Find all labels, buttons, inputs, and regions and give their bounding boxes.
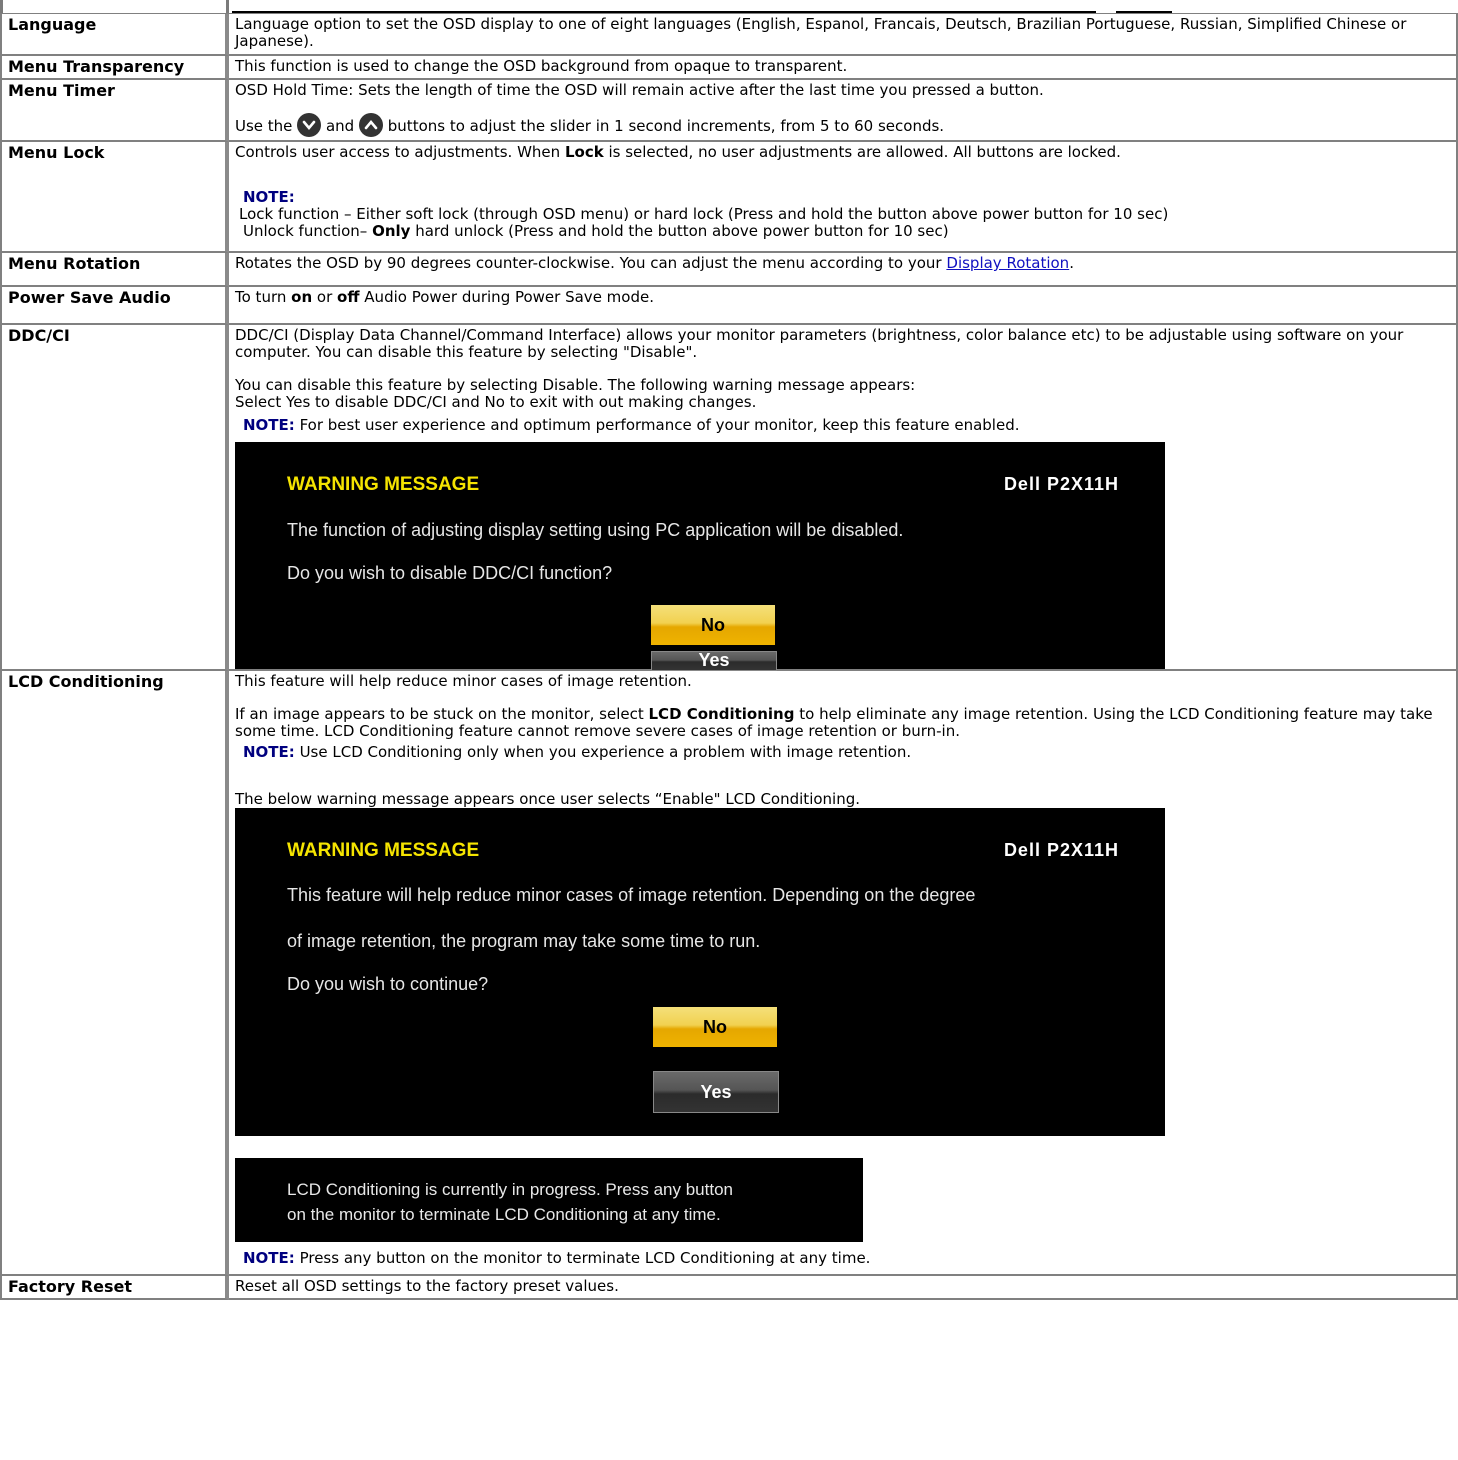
no-button: No	[653, 1007, 777, 1047]
note-label: NOTE:	[243, 1249, 295, 1267]
row-label: Menu Rotation	[2, 253, 229, 287]
warning-title: WARNING MESSAGE	[287, 474, 480, 495]
table-row: Menu Timer OSD Hold Time: Sets the lengt…	[2, 80, 1458, 142]
cell-border	[226, 0, 229, 13]
model-name: Dell P2X11H	[1003, 474, 1119, 494]
note-label: NOTE:	[243, 416, 295, 434]
display-rotation-link[interactable]: Display Rotation	[946, 254, 1069, 272]
progress-line: on the monitor to terminate LCD Conditio…	[287, 1205, 721, 1224]
lock-desc: Controls user access to adjustments. Whe…	[235, 143, 1121, 161]
table-row: Menu Transparency This function is used …	[2, 56, 1458, 80]
timer-text: Use the	[235, 117, 293, 135]
ddcci-warning-screenshot: WARNING MESSAGE Dell P2X11H The function…	[235, 442, 1165, 671]
row-description: OSD Hold Time: Sets the length of time t…	[229, 80, 1458, 142]
osd-settings-table: Language Language option to set the OSD …	[0, 13, 1458, 1300]
timer-text: and	[325, 117, 355, 135]
timer-text: buttons to adjust the slider in 1 second…	[387, 117, 945, 135]
note-box: NOTE: Use LCD Conditioning only when you…	[235, 744, 1452, 761]
note-text: Lock function – Either soft lock (throug…	[239, 205, 1169, 223]
ddcci-paragraph: Select Yes to disable DDC/CI and No to e…	[235, 393, 757, 411]
row-description: This function is used to change the OSD …	[229, 56, 1458, 80]
row-label: Factory Reset	[2, 1276, 229, 1300]
model-name: Dell P2X11H	[1003, 840, 1119, 860]
row-description: DDC/CI (Display Data Channel/Command Int…	[229, 325, 1458, 671]
table-row: Menu Lock Controls user access to adjust…	[2, 142, 1458, 253]
row-label: Menu Transparency	[2, 56, 229, 80]
warning-line: This feature will help reduce minor case…	[287, 885, 976, 905]
warning-line: The function of adjusting display settin…	[287, 520, 904, 540]
row-description: Rotates the OSD by 90 degrees counter-cl…	[229, 253, 1458, 287]
chevron-up-circle-icon	[359, 113, 383, 137]
warning-line: Do you wish to disable DDC/CI function?	[287, 563, 613, 583]
row-label: Menu Lock	[2, 142, 229, 253]
note-text: Use LCD Conditioning only when you exper…	[299, 743, 912, 761]
lcd-paragraph: The below warning message appears once u…	[235, 790, 861, 808]
timer-line1: OSD Hold Time: Sets the length of time t…	[235, 81, 1044, 99]
note-text: For best user experience and optimum per…	[299, 416, 1020, 434]
cell-border	[0, 0, 3, 13]
row-label: DDC/CI	[2, 325, 229, 671]
yes-button: Yes	[653, 1071, 779, 1113]
table-row: LCD Conditioning This feature will help …	[2, 671, 1458, 1276]
warning-line: of image retention, the program may take…	[287, 931, 761, 951]
row-label: Language	[2, 14, 229, 56]
table-row: Factory Reset Reset all OSD settings to …	[2, 1276, 1458, 1300]
note-text: Press any button on the monitor to termi…	[299, 1249, 871, 1267]
row-description: Reset all OSD settings to the factory pr…	[229, 1276, 1458, 1300]
ddcci-paragraph: DDC/CI (Display Data Channel/Command Int…	[235, 326, 1404, 361]
note-box: NOTE: For best user experience and optim…	[235, 417, 1452, 434]
progress-line: LCD Conditioning is currently in progres…	[287, 1180, 733, 1199]
chevron-down-circle-icon	[297, 113, 322, 137]
table-row: Language Language option to set the OSD …	[2, 14, 1458, 56]
lcd-warning-screenshot: WARNING MESSAGE Dell P2X11H This feature…	[235, 808, 1165, 1136]
row-label: LCD Conditioning	[2, 671, 229, 1276]
row-description: This feature will help reduce minor case…	[229, 671, 1458, 1276]
note-label: NOTE:	[243, 188, 295, 206]
note-box: NOTE: Press any button on the monitor to…	[235, 1250, 1452, 1267]
yes-button: Yes	[651, 651, 777, 671]
row-description: Language option to set the OSD display t…	[229, 14, 1458, 56]
lcd-progress-screenshot: LCD Conditioning is currently in progres…	[235, 1158, 863, 1242]
row-description: To turn on or off Audio Power during Pow…	[229, 287, 1458, 325]
ddcci-paragraph: You can disable this feature by selectin…	[235, 376, 916, 394]
row-label: Power Save Audio	[2, 287, 229, 325]
row-description: Controls user access to adjustments. Whe…	[229, 142, 1458, 253]
table-row: Menu Rotation Rotates the OSD by 90 degr…	[2, 253, 1458, 287]
table-row: DDC/CI DDC/CI (Display Data Channel/Comm…	[2, 325, 1458, 671]
warning-title: WARNING MESSAGE	[287, 840, 480, 861]
note-label: NOTE:	[243, 743, 295, 761]
note-box: NOTE: Lock function – Either soft lock (…	[235, 189, 1452, 240]
warning-line: Do you wish to continue?	[287, 974, 489, 994]
lcd-paragraph: If an image appears to be stuck on the m…	[235, 705, 1433, 740]
no-button: No	[651, 605, 775, 645]
row-label: Menu Timer	[2, 80, 229, 142]
previous-row-remnant	[0, 0, 1458, 13]
table-row: Power Save Audio To turn on or off Audio…	[2, 287, 1458, 325]
note-text: Unlock function– Only hard unlock (Press…	[243, 222, 949, 240]
lcd-paragraph: This feature will help reduce minor case…	[235, 672, 692, 690]
timer-line2: Use the and buttons to adjust the slider…	[235, 113, 1452, 137]
